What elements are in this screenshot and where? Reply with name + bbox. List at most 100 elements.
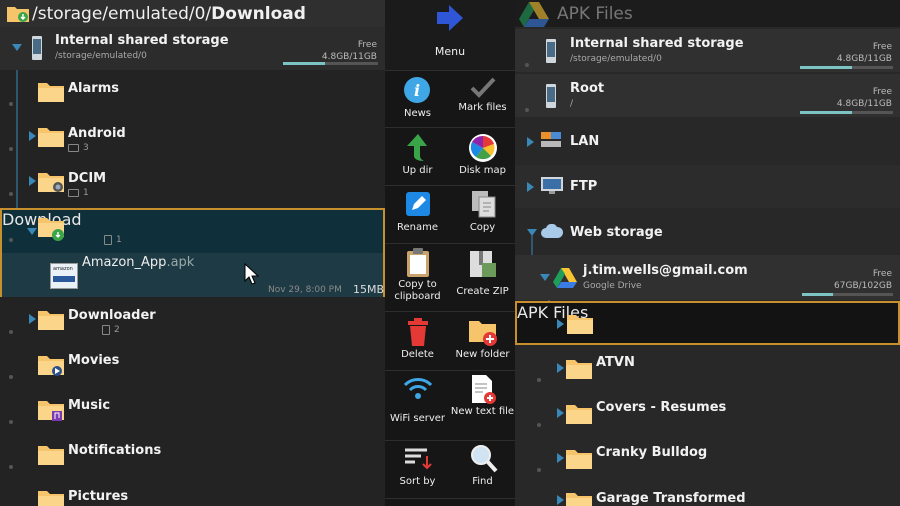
item-count-value: 1	[83, 188, 89, 198]
menu-create-zip[interactable]: Create ZIP	[450, 245, 515, 310]
left-pane: /storage/emulated/0/Download Internal sh…	[0, 0, 385, 506]
menu-disk-map[interactable]: Disk map	[450, 129, 515, 184]
ftp-row[interactable]: FTP	[515, 165, 900, 208]
menu-news[interactable]: i News	[385, 72, 450, 126]
expand-arrow-icon[interactable]	[29, 176, 36, 186]
folder-row-notifications[interactable]: Notifications	[0, 435, 385, 478]
menu-divider	[385, 243, 515, 244]
download-folder-icon	[38, 218, 64, 241]
folder-name: Covers - Resumes	[596, 400, 727, 415]
storage-usage-bar	[800, 66, 893, 69]
item-count: 1	[104, 235, 122, 245]
panel-switch-arrow-icon[interactable]	[435, 4, 465, 32]
folder-name: Music	[68, 398, 111, 413]
expand-arrow-icon[interactable]	[557, 495, 564, 505]
file-extension: .apk	[166, 255, 195, 270]
storage-path: /storage/emulated/0	[55, 51, 147, 61]
folder-row-dcim[interactable]: DCIM 1	[0, 162, 385, 205]
menu-new-folder[interactable]: New folder	[450, 313, 515, 369]
root-label: Root	[570, 81, 605, 96]
magnifier-icon	[471, 445, 498, 473]
menu-mark-files[interactable]: Mark files	[450, 72, 515, 126]
collapse-arrow-icon[interactable]	[540, 274, 550, 281]
expand-arrow-icon[interactable]	[527, 137, 534, 147]
menu-copy-to-clipboard[interactable]: Copy to clipboard	[385, 245, 450, 310]
menu-find[interactable]: Find	[450, 442, 515, 498]
menu-new-text-file[interactable]: New text file	[450, 372, 515, 439]
menu-divider	[385, 498, 515, 499]
storage-usage-fill	[800, 111, 853, 114]
menu-up-dir[interactable]: Up dir	[385, 129, 450, 184]
folder-icon	[566, 450, 592, 469]
root-path: /	[570, 99, 574, 109]
menu-sort-by[interactable]: Sort by	[385, 442, 450, 498]
internal-storage-row[interactable]: Internal shared storage /storage/emulate…	[0, 27, 385, 70]
internal-storage-row[interactable]: Internal shared storage /storage/emulate…	[515, 29, 900, 72]
root-row[interactable]: Root / Free 4.8GB/11GB	[515, 74, 900, 117]
tree-dot	[9, 420, 13, 424]
item-count-value: 1	[116, 235, 122, 245]
menu-wifi-server-label: WiFi server	[389, 413, 446, 424]
menu-divider	[385, 185, 515, 186]
download-folder-icon	[7, 6, 29, 22]
expand-arrow-icon[interactable]	[527, 182, 534, 192]
expand-arrow-icon[interactable]	[29, 314, 36, 324]
folder-icon	[567, 315, 593, 334]
folder-row-covers-resumes[interactable]: Covers - Resumes	[515, 393, 900, 436]
selected-apk-files-folder[interactable]: APK Files	[515, 301, 900, 345]
folder-name: Garage Transformed	[596, 491, 746, 506]
pencil-icon	[406, 192, 430, 216]
folder-row-downloader[interactable]: Downloader 2	[0, 300, 385, 343]
selected-download-folder[interactable]: Download 1 amazon Amazon_App.apk Nov 29,…	[0, 208, 385, 297]
music-folder-icon	[38, 401, 64, 421]
folder-name: Android	[68, 126, 126, 141]
google-drive-account-row[interactable]: j.tim.wells@gmail.com Google Drive Free …	[515, 255, 900, 300]
collapse-arrow-icon[interactable]	[27, 228, 37, 235]
storage-usage-fill	[283, 62, 325, 65]
menu-wifi-server[interactable]: WiFi server	[385, 372, 450, 439]
clipboard-icon	[407, 248, 429, 277]
menu-rename[interactable]: Rename	[385, 187, 450, 242]
free-value: 4.8GB/11GB	[836, 54, 892, 64]
apk-file-icon: amazon	[50, 263, 78, 289]
folder-row-music[interactable]: Music	[0, 390, 385, 433]
menu-new-text-file-label: New text file	[450, 406, 515, 417]
expand-arrow-icon[interactable]	[557, 453, 564, 463]
menu-copy[interactable]: Copy	[450, 187, 515, 242]
free-label: Free	[872, 87, 892, 97]
folder-name: ATVN	[596, 355, 635, 370]
menu-divider	[385, 440, 515, 441]
folder-row-android[interactable]: Android 3	[0, 117, 385, 160]
storage-usage-fill	[802, 293, 833, 296]
menu-delete[interactable]: Delete	[385, 313, 450, 369]
google-drive-icon	[519, 1, 549, 27]
expand-arrow-icon[interactable]	[557, 408, 564, 418]
free-label: Free	[872, 269, 892, 279]
tree-dot	[537, 423, 541, 427]
free-label: Free	[357, 40, 377, 50]
svg-text:i: i	[414, 81, 420, 100]
expand-arrow-icon[interactable]	[12, 44, 22, 51]
menu-divider	[385, 70, 515, 71]
expand-arrow-icon[interactable]	[557, 319, 564, 329]
storage-usage-bar	[283, 62, 378, 65]
folder-row-cranky-bulldog[interactable]: Cranky Bulldog	[515, 438, 900, 481]
tree-dot	[9, 238, 13, 242]
file-row-amazon-app[interactable]: amazon Amazon_App.apk Nov 29, 8:00 PM 15…	[2, 253, 384, 297]
expand-arrow-icon[interactable]	[557, 363, 564, 373]
folder-row-garage-transformed[interactable]: Garage Transformed	[515, 483, 900, 506]
folder-row-atvn[interactable]: ATVN	[515, 348, 900, 391]
folder-row-pictures[interactable]: Pictures	[0, 480, 385, 506]
monitor-icon	[541, 177, 563, 194]
folder-name: Alarms	[68, 81, 119, 96]
menu-new-folder-label: New folder	[455, 349, 510, 360]
folder-row-alarms[interactable]: Alarms	[0, 72, 385, 115]
folder-row-movies[interactable]: Movies	[0, 345, 385, 388]
lan-label: LAN	[570, 134, 600, 149]
collapse-arrow-icon[interactable]	[527, 229, 537, 236]
web-storage-row[interactable]: Web storage	[515, 210, 900, 253]
info-icon: i	[404, 77, 430, 103]
expand-arrow-icon[interactable]	[29, 131, 36, 141]
lan-row[interactable]: LAN	[515, 120, 900, 163]
item-count: 2	[102, 325, 120, 335]
